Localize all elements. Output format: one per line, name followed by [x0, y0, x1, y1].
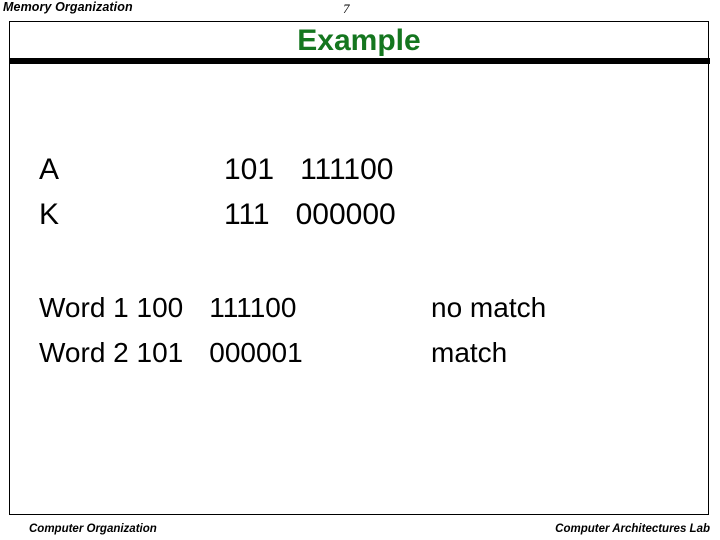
register-k-data-bits: 000000	[295, 198, 396, 231]
word-1-tag-bits: 100	[136, 292, 184, 323]
word-1-data-bits: 111100	[209, 292, 297, 323]
word-2-tag-bits: 101	[136, 337, 184, 368]
word-row-1: Word 1 100 111100	[39, 292, 296, 324]
register-a-data-bits: 111100	[300, 153, 394, 186]
slide-title: Example	[297, 24, 421, 57]
register-a-tag-bits: 101	[224, 153, 275, 186]
word-2-match-result: match	[431, 337, 508, 368]
footer-left-label: Computer Organization	[29, 523, 157, 535]
register-label-a: A	[39, 153, 60, 186]
footer-right-label: Computer Architectures Lab	[555, 523, 710, 535]
slide-page: { "header": { "section_title": "Memory O…	[0, 0, 720, 540]
register-bits-a: 101 111100	[224, 154, 394, 186]
word-1-match-result: no match	[431, 292, 547, 323]
slide-content: A 101 111100 K 111 000000 Word 1 100 111100…	[10, 64, 710, 514]
page-number: 7	[343, 1, 350, 16]
register-label-k: K	[39, 198, 60, 231]
slide-frame: Example A 101 111100 K 111 000000 Word 1 1…	[9, 21, 710, 515]
register-k-tag-bits: 111	[224, 198, 270, 231]
register-bits-k: 111 000000	[224, 199, 396, 231]
word-row-2: Word 2 101 000001	[39, 337, 303, 369]
section-title: Memory Organization	[3, 0, 133, 14]
word-1-label: Word 1	[39, 292, 129, 323]
word-2-label: Word 2	[39, 337, 129, 368]
word-2-data-bits: 000001	[209, 337, 303, 368]
